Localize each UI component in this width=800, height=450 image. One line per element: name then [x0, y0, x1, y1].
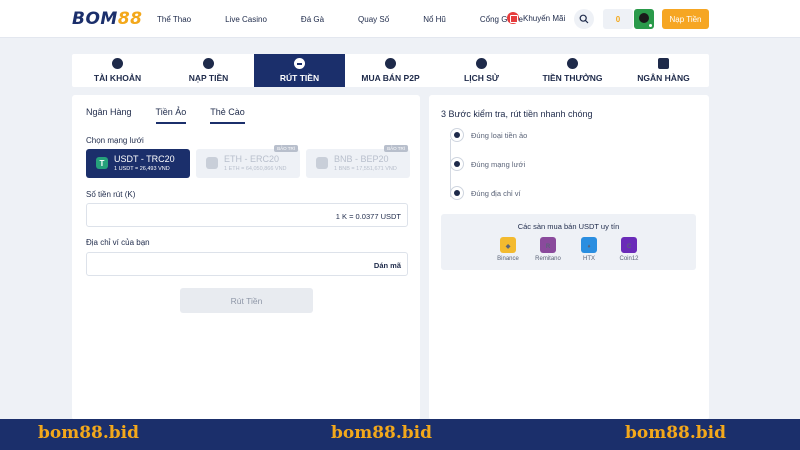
- tab-bonus[interactable]: TIỀN THƯỞNG: [527, 54, 618, 87]
- wallet-icon: [450, 186, 464, 200]
- exchange-htx[interactable]: ♦ HTX: [569, 237, 609, 262]
- coin12-icon: C: [621, 237, 637, 253]
- paste-button[interactable]: Dán mã: [374, 261, 401, 270]
- watermark-text: bom88.bid: [625, 423, 727, 443]
- subtab-crypto[interactable]: Tiền Ảo: [155, 107, 187, 124]
- account-tabs: TÀI KHOẢN NẠP TIỀN RÚT TIỀN MUA BÁN P2P …: [72, 54, 709, 87]
- network-label: Chọn mạng lưới: [86, 136, 144, 145]
- exchange-remitano[interactable]: R Remitano: [528, 237, 568, 262]
- withdraw-method-tabs: Ngân Hàng Tiền Ảo Thẻ Cào: [86, 107, 269, 124]
- step-network: Đúng mạng lưới: [443, 157, 525, 171]
- subtab-card[interactable]: Thẻ Cào: [210, 107, 245, 124]
- wallet-address-field[interactable]: [93, 253, 293, 275]
- search-icon: [579, 14, 589, 24]
- ethereum-icon: [206, 157, 218, 169]
- step-coin-type: Đúng loại tiền ảo: [443, 128, 527, 142]
- promo-link[interactable]: Khuyến Mãi: [507, 12, 565, 24]
- tab-account[interactable]: TÀI KHOẢN: [72, 54, 163, 87]
- nav-item-live-casino[interactable]: Live Casino: [225, 15, 267, 24]
- remitano-icon: R: [540, 237, 556, 253]
- promo-label: Khuyến Mãi: [523, 13, 566, 23]
- tab-history[interactable]: LỊCH SỬ: [436, 54, 527, 87]
- trusted-exchanges: Các sàn mua bán USDT uy tín ◆ Binance R …: [441, 214, 696, 270]
- globe-icon: [567, 58, 578, 69]
- tab-deposit[interactable]: NẠP TIỀN: [163, 54, 254, 87]
- exchanges-title: Các sàn mua bán USDT uy tín: [517, 222, 620, 231]
- nav-item-lottery[interactable]: Quay Số: [358, 15, 389, 24]
- subtab-bank[interactable]: Ngân Hàng: [86, 107, 132, 124]
- watermark-text: bom88.bid: [38, 423, 140, 443]
- maintenance-badge: BẢO TRÌ: [274, 145, 298, 152]
- watermark-text: bom88.bid: [331, 423, 433, 443]
- guide-title: 3 Bước kiểm tra, rút tiền nhanh chóng: [441, 109, 593, 119]
- plus-circle-icon: [203, 58, 214, 69]
- exchange-coin12[interactable]: C Coin12: [609, 237, 649, 262]
- user-icon: [112, 58, 123, 69]
- network-icon: [450, 157, 464, 171]
- nav-item-cockfight[interactable]: Đá Gà: [301, 15, 324, 24]
- exchange-icon: [385, 58, 396, 69]
- coin-icon: [450, 128, 464, 142]
- binance-icon: ◆: [500, 237, 516, 253]
- withdraw-form-panel: Ngân Hàng Tiền Ảo Thẻ Cào Chọn mạng lưới…: [72, 95, 420, 420]
- online-status-icon: [648, 23, 653, 28]
- withdraw-guide-panel: 3 Bước kiểm tra, rút tiền nhanh chóng Đú…: [429, 95, 709, 420]
- address-label: Địa chỉ ví của bạn: [86, 238, 150, 247]
- tab-bank[interactable]: NGÂN HÀNG: [618, 54, 709, 87]
- withdraw-submit-button[interactable]: Rút Tiền: [180, 288, 313, 313]
- avatar[interactable]: [634, 9, 654, 29]
- nav-item-slots[interactable]: Nổ Hũ: [423, 15, 446, 24]
- gift-icon: [507, 12, 519, 24]
- bnb-icon: [316, 157, 328, 169]
- amount-field[interactable]: [93, 204, 293, 226]
- deposit-button[interactable]: Nạp Tiền: [662, 9, 709, 29]
- amount-input[interactable]: 1 K = 0.0377 USDT: [86, 203, 408, 227]
- step-address: Đúng địa chỉ ví: [443, 186, 521, 200]
- site-logo[interactable]: BOM88: [72, 9, 143, 29]
- bank-icon: [658, 58, 669, 69]
- top-header: BOM88 Thể Thao Live Casino Đá Gà Quay Số…: [0, 0, 800, 38]
- address-input[interactable]: Dán mã: [86, 252, 408, 276]
- network-eth-erc20[interactable]: ETH - ERC20 1 ETH = 64,050,866 VND BẢO T…: [196, 145, 300, 178]
- nav-item-sports[interactable]: Thể Thao: [157, 15, 191, 24]
- amount-label: Số tiền rút (K): [86, 190, 136, 199]
- network-bnb-bep20[interactable]: BNB - BEP20 1 BNB = 17,551,671 VND BẢO T…: [306, 145, 410, 178]
- watermark-banner: bom88.bid bom88.bid bom88.bid: [0, 419, 800, 450]
- htx-icon: ♦: [581, 237, 597, 253]
- clock-icon: [476, 58, 487, 69]
- conversion-hint: 1 K = 0.0377 USDT: [335, 212, 401, 221]
- balance-display: 0: [603, 9, 633, 29]
- tether-icon: T: [96, 157, 108, 169]
- main-nav: Thể Thao Live Casino Đá Gà Quay Số Nổ Hũ…: [157, 0, 557, 38]
- search-button[interactable]: [574, 9, 594, 29]
- maintenance-badge: BẢO TRÌ: [384, 145, 408, 152]
- exchange-binance[interactable]: ◆ Binance: [488, 237, 528, 262]
- network-usdt-trc20[interactable]: T USDT - TRC20 1 USDT = 26,493 VND: [86, 149, 190, 178]
- minus-circle-icon: [294, 58, 305, 69]
- tab-withdraw[interactable]: RÚT TIỀN: [254, 54, 345, 87]
- tab-p2p[interactable]: MUA BÁN P2P: [345, 54, 436, 87]
